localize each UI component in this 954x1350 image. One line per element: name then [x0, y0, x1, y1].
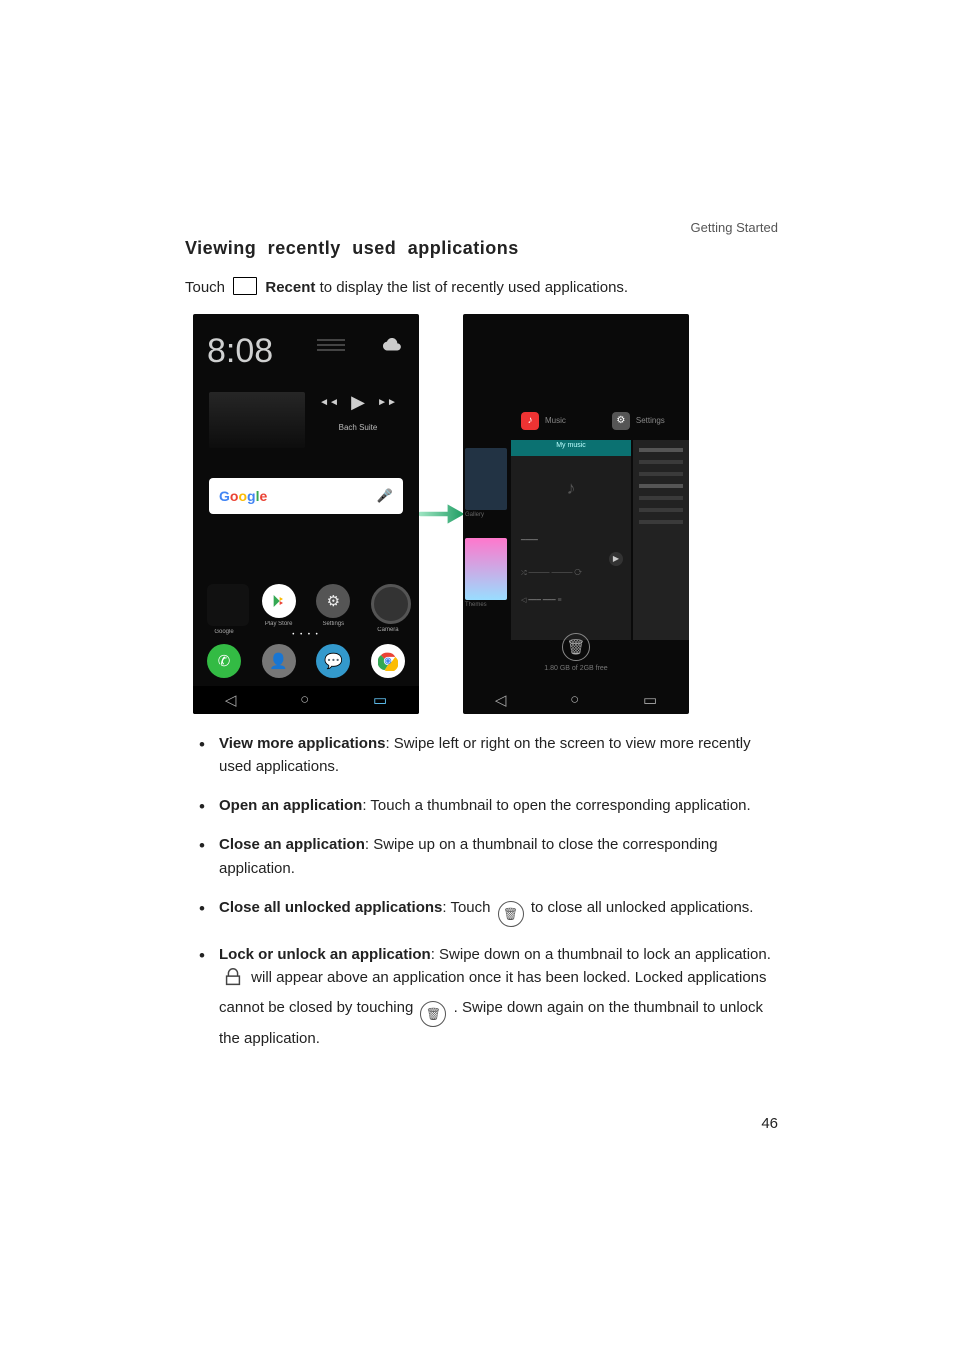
intro-pre: Touch	[185, 279, 229, 296]
intro-paragraph: Touch Recent to display the list of rece…	[185, 277, 779, 300]
arrow-icon	[419, 502, 463, 526]
recents-header: ♪ Music ⚙ Settings	[521, 412, 689, 430]
thumb	[465, 448, 507, 510]
t: : Touch	[442, 899, 494, 916]
phone-recents-screenshot: ♪ Music ⚙ Settings Gallery Themes My mu	[463, 314, 689, 714]
figure: 8:08 ◄◄ ▶ ►► Bach Suite Google 🎤 Google	[193, 314, 779, 714]
next-icon: ►►	[377, 397, 397, 408]
camera-icon	[371, 584, 411, 624]
page-number: 46	[761, 1115, 778, 1132]
b: View more applications	[219, 735, 385, 752]
b: Close all unlocked applications	[219, 899, 442, 916]
app-label: Settings	[316, 621, 350, 627]
card-right	[633, 440, 689, 640]
phone-icon: ✆	[207, 644, 241, 678]
messaging-icon: 💬	[316, 644, 350, 678]
lock-icon	[222, 966, 244, 995]
phone-home-screenshot: 8:08 ◄◄ ▶ ►► Bach Suite Google 🎤 Google	[193, 314, 419, 714]
back-icon: ◁	[225, 691, 237, 709]
center-title: My music	[511, 442, 631, 449]
app-row-1: Google Play Store ⚙Settings Camera	[207, 584, 405, 635]
thumb	[465, 538, 507, 600]
trash-circle-icon: 🗑	[420, 1001, 446, 1027]
folder-icon	[207, 584, 249, 626]
thumb-caption: Themes	[465, 602, 511, 608]
intro-keyword: Recent	[265, 279, 315, 296]
settings-badge-icon: ⚙	[612, 412, 630, 430]
home-icon: ○	[300, 691, 309, 708]
card-label: Settings	[636, 416, 665, 425]
list-item: Close all unlocked applications: Touch 🗑…	[185, 896, 779, 927]
google-logo: Google	[219, 488, 267, 504]
b: Lock or unlock an application	[219, 946, 431, 963]
back-icon: ◁	[495, 691, 507, 709]
contacts-icon: 👤	[262, 644, 296, 678]
nav-bar: ◁ ○ ▭	[463, 686, 689, 714]
recent-icon	[233, 277, 257, 295]
card-left: Gallery Themes	[463, 440, 511, 640]
music-note-icon: ♪	[511, 478, 631, 499]
widget-lines	[317, 336, 345, 354]
play-icon: ▶	[351, 392, 365, 413]
card-label: Music	[545, 416, 566, 425]
trash-icon: 🗑	[562, 633, 590, 661]
t: : Touch a thumbnail to open the correspo…	[362, 797, 750, 814]
clear-all: 🗑 1.80 GB of 2GB free	[463, 633, 689, 672]
settings-icon: ⚙	[316, 584, 350, 618]
list-item: View more applications: Swipe left or ri…	[185, 732, 779, 779]
mic-icon: 🎤	[377, 488, 393, 504]
clock-widget: 8:08	[207, 332, 273, 371]
scenery-widget	[209, 392, 305, 448]
recent-nav-icon: ▭	[643, 691, 657, 709]
b: Open an application	[219, 797, 362, 814]
play-store-icon	[262, 584, 296, 618]
list-item: Close an application: Swipe up on a thum…	[185, 833, 779, 880]
thumb-caption: Gallery	[465, 512, 511, 518]
music-widget: ◄◄ ▶ ►► Bach Suite	[313, 386, 403, 432]
t: : Swipe down on a thumbnail to lock an a…	[431, 946, 771, 963]
music-badge-icon: ♪	[521, 412, 539, 430]
google-search-bar: Google 🎤	[209, 478, 403, 514]
t: to close all unlocked applications.	[531, 899, 754, 916]
intro-post: to display the list of recently used app…	[320, 279, 629, 296]
card-center: My music ♪ ━━━━ ▶ ⤮ ━━━ ━━━ ⟳ ◁ ━━━ ━━━ …	[511, 440, 631, 640]
recent-nav-icon: ▭	[373, 691, 387, 709]
page-dots: • • • •	[193, 632, 419, 638]
trash-circle-icon: 🗑	[498, 901, 524, 927]
chrome-icon	[371, 644, 405, 678]
b: Close an application	[219, 836, 365, 853]
nav-bar: ◁ ○ ▭	[193, 686, 419, 714]
prev-icon: ◄◄	[319, 397, 339, 408]
weather-icon	[381, 338, 403, 358]
play-small-icon: ▶	[609, 552, 623, 566]
recents-cards: Gallery Themes My music ♪ ━━━━ ▶ ⤮ ━━━ ━…	[463, 440, 689, 640]
home-icon: ○	[570, 691, 579, 708]
list-item: Lock or unlock an application: Swipe dow…	[185, 943, 779, 1050]
dock-row: ✆ 👤 💬	[207, 644, 405, 678]
list-item: Open an application: Touch a thumbnail t…	[185, 794, 779, 817]
app-label: Play Store	[262, 621, 296, 627]
page-title: Viewing recently used applications	[185, 238, 779, 259]
section-header: Getting Started	[691, 220, 778, 235]
instruction-list: View more applications: Swipe left or ri…	[185, 732, 779, 1051]
track-name: Bach Suite	[313, 423, 403, 432]
memory-caption: 1.80 GB of 2GB free	[463, 665, 689, 672]
